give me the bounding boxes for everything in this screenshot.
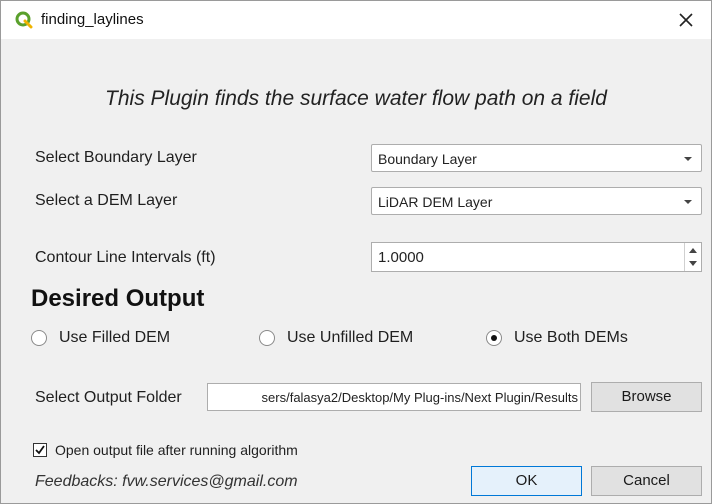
ok-button[interactable]: OK [471, 466, 582, 496]
boundary-layer-value: Boundary Layer [378, 151, 477, 167]
spinbox-steppers [684, 243, 701, 271]
close-icon[interactable] [675, 8, 697, 32]
feedback-text: Feedbacks: fvw.services@gmail.com [35, 473, 298, 490]
chevron-down-icon [684, 157, 692, 161]
radio-both-dems[interactable]: Use Both DEMs [486, 329, 666, 351]
desired-output-heading: Desired Output [31, 285, 205, 312]
output-folder-path-input[interactable]: sers/falasya2/Desktop/My Plug-ins/Next P… [207, 383, 581, 411]
window-title: finding_laylines [41, 11, 144, 28]
dialog-window: finding_laylines This Plugin finds the s… [0, 0, 712, 504]
radio-filled-dem-label: Use Filled DEM [59, 329, 171, 346]
radio-circle [31, 330, 47, 346]
radio-unfilled-dem[interactable]: Use Unfilled DEM [259, 329, 459, 351]
checkmark-icon [35, 445, 45, 455]
contour-interval-value: 1.0000 [378, 249, 424, 266]
radio-unfilled-dem-label: Use Unfilled DEM [287, 329, 414, 346]
boundary-layer-label: Select Boundary Layer [35, 149, 197, 166]
chevron-down-icon [684, 200, 692, 204]
open-after-checkbox[interactable] [33, 443, 47, 457]
cancel-button[interactable]: Cancel [591, 466, 702, 496]
open-after-label: Open output file after running algorithm [55, 442, 298, 458]
step-up-icon[interactable] [685, 243, 701, 257]
radio-selected-dot [491, 335, 497, 341]
radio-circle [259, 330, 275, 346]
radio-both-dems-label: Use Both DEMs [514, 329, 628, 346]
radio-filled-dem[interactable]: Use Filled DEM [31, 329, 211, 351]
dem-layer-value: LiDAR DEM Layer [378, 194, 493, 210]
dem-layer-dropdown[interactable]: LiDAR DEM Layer [371, 187, 702, 215]
output-folder-path-value: sers/falasya2/Desktop/My Plug-ins/Next P… [261, 390, 578, 405]
plugin-description: This Plugin finds the surface water flow… [105, 87, 607, 110]
title-bar: finding_laylines [1, 1, 711, 39]
contour-interval-label: Contour Line Intervals (ft) [35, 249, 216, 266]
dem-layer-label: Select a DEM Layer [35, 192, 178, 209]
browse-button[interactable]: Browse [591, 382, 702, 412]
step-down-icon[interactable] [685, 257, 701, 271]
output-folder-label: Select Output Folder [35, 389, 182, 406]
radio-circle [486, 330, 502, 346]
boundary-layer-dropdown[interactable]: Boundary Layer [371, 144, 702, 172]
qgis-logo-icon [15, 11, 33, 29]
contour-interval-spinbox[interactable]: 1.0000 [371, 242, 702, 272]
